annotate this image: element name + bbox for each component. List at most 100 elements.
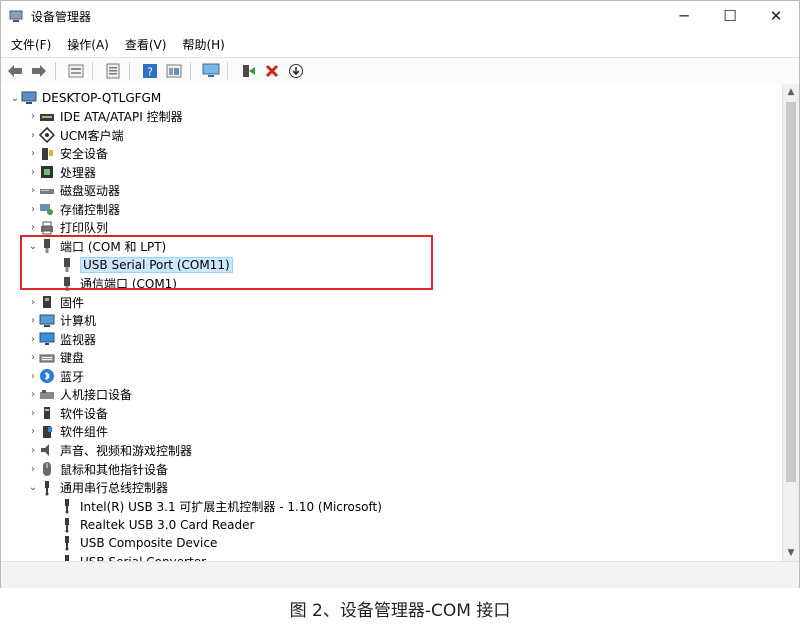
tree-item-label: 软件组件 <box>60 425 109 440</box>
svg-text:?: ? <box>147 66 153 79</box>
download-icon[interactable] <box>286 61 306 81</box>
tree-device[interactable]: Intel(R) USB 3.1 可扩展主机控制器 - 1.10 (Micros… <box>47 497 382 515</box>
tree-category[interactable]: › 鼠标和其他指针设备 <box>27 460 168 478</box>
expand-chevron-icon[interactable]: › <box>27 389 39 400</box>
tree-item-label: USB Composite Device <box>80 536 218 551</box>
expand-chevron-icon[interactable]: › <box>27 222 39 233</box>
expand-chevron-icon[interactable]: › <box>27 315 39 326</box>
tree-category[interactable]: › 软件组件 <box>27 423 108 441</box>
view-icon[interactable] <box>164 61 184 81</box>
tree-category[interactable]: › 固件 <box>27 293 84 311</box>
tree-item-label: Realtek USB 3.0 Card Reader <box>80 517 255 532</box>
processor-icon <box>39 164 55 180</box>
menu-view[interactable]: 查看(V) <box>117 36 175 53</box>
expand-chevron-icon[interactable]: › <box>27 371 39 382</box>
vertical-scrollbar[interactable]: ▲ ▼ <box>782 84 799 561</box>
menu-help[interactable]: 帮助(H) <box>174 36 232 53</box>
expand-chevron-icon[interactable]: › <box>27 167 39 178</box>
forward-icon[interactable] <box>29 61 49 81</box>
help-icon[interactable]: ? <box>140 61 160 81</box>
com-ports-highlight-box <box>20 235 433 290</box>
tree-item-label: 存储控制器 <box>60 202 121 217</box>
title-bar[interactable]: 设备管理器 ─ ☐ ✕ <box>1 1 799 31</box>
tree-item-label: 打印队列 <box>60 221 109 236</box>
tree-item-label: 固件 <box>60 295 85 310</box>
tree-root[interactable]: ⌄ DESKTOP-QTLGFGM <box>9 89 161 107</box>
tree-item-label: 处理器 <box>60 165 97 180</box>
tree-category[interactable]: ⌄ 通用串行总线控制器 <box>27 479 168 497</box>
figure-caption: 图 2、设备管理器-COM 接口 <box>289 601 511 621</box>
menu-file[interactable]: 文件(F) <box>1 36 59 53</box>
collapse-chevron-icon[interactable]: ⌄ <box>27 482 39 493</box>
tree-category[interactable]: › 磁盘驱动器 <box>27 182 120 200</box>
firmware-icon <box>39 294 55 310</box>
tree-category[interactable]: › 声音、视频和游戏控制器 <box>27 441 192 459</box>
expand-chevron-icon[interactable]: › <box>27 408 39 419</box>
root-label: DESKTOP-QTLGFGM <box>42 91 162 105</box>
expand-chevron-icon[interactable]: › <box>27 130 39 141</box>
software-device-icon <box>39 405 55 421</box>
tree-device[interactable]: USB Composite Device <box>47 534 217 552</box>
tree-device[interactable]: Realtek USB 3.0 Card Reader <box>47 516 254 534</box>
computer-icon <box>21 90 37 106</box>
expand-chevron-icon[interactable]: › <box>27 185 39 196</box>
collapse-chevron-icon[interactable]: ⌄ <box>9 93 21 104</box>
menu-action[interactable]: 操作(A) <box>59 36 117 53</box>
tree-item-label: 键盘 <box>60 351 85 366</box>
properties-icon[interactable] <box>66 61 86 81</box>
tree-item-label: 安全设备 <box>60 147 109 162</box>
tree-device[interactable]: USB Serial Converter <box>47 553 206 561</box>
scan-hardware-icon[interactable] <box>201 61 221 81</box>
expand-chevron-icon[interactable]: › <box>27 111 39 122</box>
back-icon[interactable] <box>5 61 25 81</box>
update-driver-icon[interactable] <box>103 61 123 81</box>
tree-category[interactable]: › 人机接口设备 <box>27 386 132 404</box>
toolbar-separator <box>129 62 130 80</box>
maximize-button[interactable]: ☐ <box>707 1 753 31</box>
usb-icon <box>59 517 75 533</box>
scroll-up-icon[interactable]: ▲ <box>783 84 799 100</box>
expand-chevron-icon[interactable]: › <box>27 445 39 456</box>
keyboard-icon <box>39 350 55 366</box>
toolbar-separator <box>190 62 191 80</box>
expand-chevron-icon[interactable]: › <box>27 352 39 363</box>
printer-icon <box>39 220 55 236</box>
expand-chevron-icon[interactable]: › <box>27 426 39 437</box>
expand-chevron-icon[interactable]: › <box>27 204 39 215</box>
device-tree[interactable]: ⌄ DESKTOP-QTLGFGM › IDE ATA/ATAPI 控制器 › UCM… <box>1 84 783 561</box>
tree-item-label: 鼠标和其他指针设备 <box>60 462 169 477</box>
tree-category[interactable]: › 监视器 <box>27 330 96 348</box>
expand-chevron-icon[interactable]: › <box>27 334 39 345</box>
tree-category[interactable]: › 软件设备 <box>27 404 108 422</box>
tree-item-label: Intel(R) USB 3.1 可扩展主机控制器 - 1.10 (Micros… <box>80 499 382 514</box>
tree-category[interactable]: › UCM客户端 <box>27 126 124 144</box>
tree-category[interactable]: › IDE ATA/ATAPI 控制器 <box>27 108 183 126</box>
expand-chevron-icon[interactable]: › <box>27 464 39 475</box>
minimize-button[interactable]: ─ <box>661 1 707 31</box>
tree-item-label: 计算机 <box>60 314 97 329</box>
tree-item-label: 蓝牙 <box>60 369 85 384</box>
scroll-thumb[interactable] <box>786 102 796 482</box>
expand-chevron-icon[interactable]: › <box>27 297 39 308</box>
close-button[interactable]: ✕ <box>753 1 799 31</box>
bluetooth-icon <box>39 368 55 384</box>
tree-category[interactable]: › 蓝牙 <box>27 367 84 385</box>
tree-category[interactable]: › 键盘 <box>27 349 84 367</box>
scroll-down-icon[interactable]: ▼ <box>783 545 799 561</box>
enable-device-icon[interactable] <box>238 61 258 81</box>
tree-category[interactable]: › 处理器 <box>27 163 96 181</box>
ucm-client-icon <box>39 127 55 144</box>
status-bar <box>1 561 799 588</box>
tree-category[interactable]: › 计算机 <box>27 312 96 330</box>
tree-item-label: 通用串行总线控制器 <box>60 481 169 496</box>
toolbar: ? <box>1 57 799 85</box>
tree-category[interactable]: › 存储控制器 <box>27 200 120 218</box>
expand-chevron-icon[interactable]: › <box>27 148 39 159</box>
disk-drive-icon <box>39 183 55 199</box>
window-title: 设备管理器 <box>31 9 92 24</box>
device-manager-app-icon <box>9 10 23 22</box>
tree-item-label: 磁盘驱动器 <box>60 184 121 199</box>
ide-controller-icon <box>39 109 55 125</box>
uninstall-icon[interactable] <box>262 61 282 81</box>
tree-category[interactable]: › 安全设备 <box>27 145 108 163</box>
